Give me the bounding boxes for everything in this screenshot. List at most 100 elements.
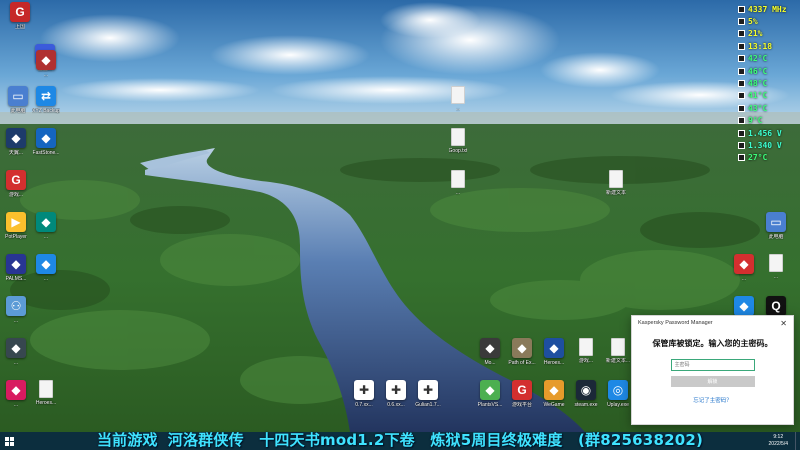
doc-icon bbox=[609, 170, 623, 188]
desktop-icon-label: 0.7.xx... bbox=[355, 402, 373, 408]
desktop-icon[interactable]: ◆... bbox=[26, 212, 66, 240]
desktop-icon-label: ... bbox=[455, 190, 461, 196]
desktop-icon-label: ... bbox=[741, 276, 747, 282]
doc-icon bbox=[451, 86, 465, 104]
desktop-icon[interactable]: ◆... bbox=[26, 50, 66, 78]
monitor-indicator-icon bbox=[738, 30, 745, 38]
app-icon: ◆ bbox=[544, 380, 564, 400]
monitor-indicator-icon bbox=[738, 67, 745, 75]
steam-icon: ◉ bbox=[576, 380, 596, 400]
desktop-icon[interactable]: ✚ Gulian1.7... bbox=[408, 380, 448, 408]
doc-icon bbox=[579, 338, 593, 356]
app-icon: ◆ bbox=[6, 128, 26, 148]
desktop-icon-label: 新建文本... bbox=[605, 358, 631, 364]
desktop-icon[interactable]: G 游戏... bbox=[0, 170, 36, 198]
desktop-icon-label: ... bbox=[455, 106, 461, 112]
doc-icon bbox=[451, 128, 465, 146]
gamepad-icon: ✚ bbox=[386, 380, 406, 400]
show-desktop-button[interactable] bbox=[795, 432, 800, 450]
desktop-icon-label: Path of Ex... bbox=[508, 360, 536, 366]
backup-icon: ⇄ bbox=[36, 86, 56, 106]
desktop-icon-label: FastStone... bbox=[32, 150, 60, 156]
desktop-icon[interactable]: ⇄ XYZ Backup bbox=[26, 86, 66, 114]
desktop-icon[interactable]: ... bbox=[438, 86, 478, 112]
app-icon: ◆ bbox=[36, 128, 56, 148]
monitor-indicator-icon bbox=[738, 117, 745, 125]
desktop-icon[interactable]: ▭ 此电脑 bbox=[756, 212, 796, 240]
unlock-button[interactable]: 解锁 bbox=[670, 376, 755, 387]
desktop-icon-label: PotPlayer bbox=[5, 234, 27, 240]
monitor-indicator-icon bbox=[738, 5, 745, 13]
monitor-row: 48°C bbox=[738, 77, 796, 89]
start-button[interactable] bbox=[0, 432, 18, 450]
monitor-row: 4337 MHz bbox=[738, 3, 796, 15]
gamepad-icon: ✚ bbox=[354, 380, 374, 400]
app-icon: ◆ bbox=[544, 338, 564, 358]
close-icon[interactable]: ✕ bbox=[780, 319, 787, 328]
desktop-icon[interactable]: 新建文本 bbox=[596, 170, 636, 196]
forgot-password-link[interactable]: 忘记了主密码？ bbox=[632, 396, 793, 404]
desktop-icon-label: Heroes... bbox=[35, 400, 57, 406]
app-icon: ◆ bbox=[6, 254, 26, 274]
desktop-icon-label: 此电脑 bbox=[768, 234, 784, 240]
monitor-row: 42°C bbox=[738, 53, 796, 65]
master-password-input[interactable] bbox=[670, 359, 755, 371]
desktop-icon-label: Gulian1.7... bbox=[415, 402, 441, 408]
desktop-icon-label: Mo... bbox=[484, 360, 496, 366]
desktop-icon[interactable]: ... bbox=[438, 170, 478, 196]
vault-locked-message: 保管库被锁定。输入您的主密码。 bbox=[652, 339, 773, 348]
monitor-row: 41°C bbox=[738, 90, 796, 102]
monitor-value: 1.340 V bbox=[748, 140, 782, 150]
desktop-icon-label: 上国 bbox=[14, 24, 25, 30]
game-icon: G bbox=[10, 2, 30, 22]
desktop-icon[interactable]: ... bbox=[756, 254, 796, 280]
desktop-icon-label: Uplay.exe bbox=[607, 402, 629, 408]
desktop-icon-label: steam.exe bbox=[574, 402, 598, 408]
computer-icon: ▭ bbox=[766, 212, 786, 232]
desktop-icon-label: ... bbox=[13, 402, 19, 408]
app-icon: ◆ bbox=[6, 338, 26, 358]
desktop-icon-label: PALMS... bbox=[5, 276, 27, 282]
monitor-indicator-icon bbox=[738, 18, 745, 26]
desktop-icon[interactable]: ⚇... bbox=[0, 296, 36, 324]
monitor-value: 1.456 V bbox=[748, 128, 782, 138]
monitor-value: 13:18 bbox=[748, 41, 773, 51]
desktop-icon-label: XYZ Backup bbox=[32, 108, 60, 114]
taskbar: 9:12 2022/5/4 bbox=[0, 432, 800, 450]
monitor-row: 21% bbox=[738, 28, 796, 40]
uplay-icon: ◎ bbox=[608, 380, 628, 400]
desktop-icon-label: Goop.txt bbox=[448, 148, 468, 154]
desktop-icon-label: 游戏... bbox=[578, 358, 594, 364]
taskbar-clock[interactable]: 9:12 2022/5/4 bbox=[769, 434, 788, 448]
doc-icon bbox=[39, 380, 53, 398]
player-icon: ▶ bbox=[6, 212, 26, 232]
monitor-value: 43°C bbox=[748, 103, 768, 113]
desktop-icon[interactable]: ◆... bbox=[0, 338, 36, 366]
windows-logo-icon bbox=[4, 436, 14, 446]
monitor-value: 21% bbox=[748, 29, 763, 39]
desktop-icon[interactable]: ◆ FastStone... bbox=[26, 128, 66, 156]
app-icon: ◆ bbox=[36, 50, 56, 70]
desktop-icon[interactable]: Heroes... bbox=[26, 380, 66, 406]
app-icon: ◆ bbox=[36, 212, 56, 232]
monitor-row: 1.340 V bbox=[738, 139, 796, 151]
desktop-icon[interactable]: Goop.txt bbox=[438, 128, 478, 154]
desktop-icon-label: 新建文本 bbox=[605, 190, 626, 196]
clock-date: 2022/5/4 bbox=[768, 441, 788, 447]
desktop-icon-label: 游戏... bbox=[8, 192, 24, 198]
desktop-icon-label: WeGame bbox=[543, 402, 565, 408]
monitor-value: 4337 MHz bbox=[748, 4, 787, 14]
doc-icon bbox=[451, 170, 465, 188]
monitor-value: 48°C bbox=[748, 79, 768, 89]
desktop-icon[interactable]: G 上国 bbox=[0, 2, 40, 30]
monitor-row: 9°C bbox=[738, 115, 796, 127]
monitor-row: 27°C bbox=[738, 152, 796, 164]
monitor-indicator-icon bbox=[738, 42, 745, 50]
desktop-icon-label: ... bbox=[773, 274, 779, 280]
monitor-row: 13:18 bbox=[738, 40, 796, 52]
desktop-icon-label: ... bbox=[13, 318, 19, 324]
desktop-icon-label: Heroes... bbox=[543, 360, 565, 366]
desktop-icon[interactable]: ◆... bbox=[26, 254, 66, 282]
kaspersky-password-manager-popup: Kaspersky Password Manager ✕ 保管库被锁定。输入您的… bbox=[631, 315, 794, 425]
doc-icon bbox=[769, 254, 783, 272]
